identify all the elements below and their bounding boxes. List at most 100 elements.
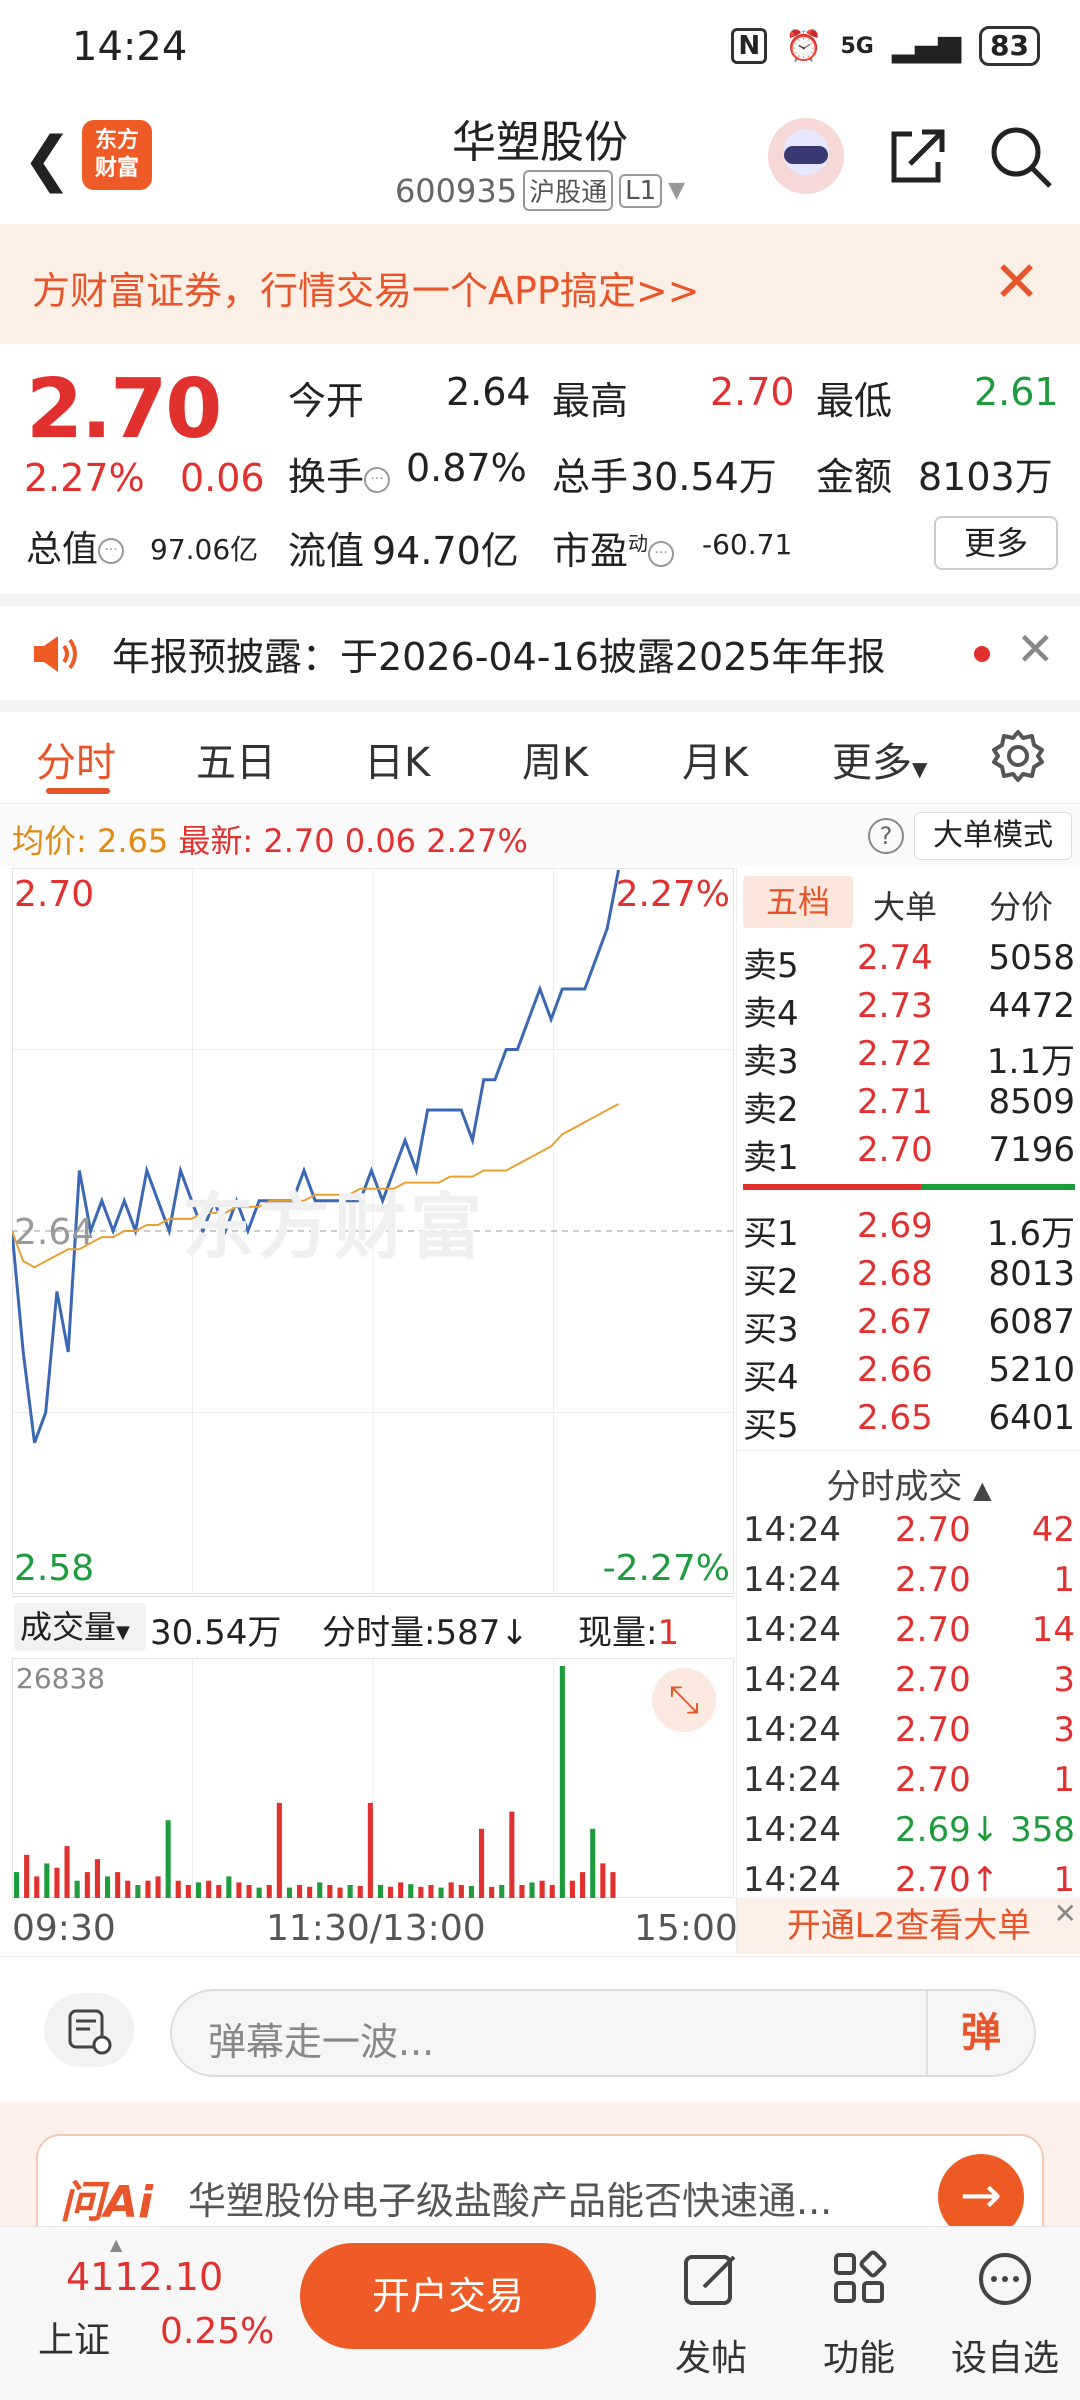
trade-row: 14:24 2.70 3 bbox=[743, 1710, 1075, 1760]
tab-intraday[interactable]: 分时 bbox=[36, 730, 116, 788]
active-tab-indicator bbox=[46, 788, 110, 794]
indicator-select[interactable]: 成交量▼ bbox=[14, 1603, 146, 1651]
more-button[interactable]: 更多 bbox=[934, 516, 1058, 570]
tab-weekly-k[interactable]: 周K bbox=[522, 730, 588, 788]
volume-bar bbox=[135, 1885, 141, 1898]
info-icon: ··· bbox=[648, 540, 675, 567]
mktcap-label-text: 总值 bbox=[26, 529, 99, 570]
battery-level: 83 bbox=[979, 26, 1040, 66]
ask-row[interactable]: 卖2 2.71 8509 bbox=[743, 1082, 1075, 1130]
assistant-avatar[interactable] bbox=[768, 118, 844, 194]
tab-more[interactable]: 更多▼ bbox=[832, 730, 927, 788]
trade-row: 14:24 2.69↓ 358 bbox=[743, 1810, 1075, 1860]
volume-chart[interactable]: 26838 ⤡ bbox=[12, 1658, 734, 1898]
bid-row[interactable]: 买2 2.68 8013 bbox=[743, 1254, 1075, 1302]
mktcap-label[interactable]: 总值 ··· bbox=[26, 520, 125, 572]
notice-bar[interactable]: 年报预披露：于2026-04-16披露2025年年报 ✕ bbox=[0, 606, 1080, 702]
chevron-down-icon: ▼ bbox=[912, 757, 928, 781]
nav-post[interactable]: 发帖 bbox=[646, 2247, 776, 2381]
nav-functions[interactable]: 功能 bbox=[794, 2247, 924, 2381]
volume-bar bbox=[539, 1880, 545, 1898]
ask-row[interactable]: 卖3 2.72 1.1万 bbox=[743, 1034, 1075, 1082]
search-icon[interactable] bbox=[984, 120, 1056, 192]
bid-price: 2.69 bbox=[857, 1206, 933, 1246]
trade-price-value: 2.70 bbox=[895, 1660, 971, 1700]
gear-icon[interactable] bbox=[990, 728, 1046, 784]
trade-time: 14:24 bbox=[743, 1810, 841, 1850]
ask-row[interactable]: 卖4 2.73 4472 bbox=[743, 986, 1075, 1034]
latest-change: 0.06 bbox=[344, 822, 417, 860]
info-icon: ··· bbox=[364, 466, 391, 493]
volume-label: 总手 bbox=[552, 455, 629, 499]
danmu-send-button[interactable]: 弹 bbox=[926, 1991, 1034, 2075]
turnover-label-text: 换手 bbox=[288, 455, 365, 499]
triangle-up-icon: ▲ bbox=[973, 1476, 992, 1504]
volume-bar bbox=[206, 1880, 212, 1898]
index-name: 上证 bbox=[38, 2320, 111, 2361]
volume-bar bbox=[125, 1880, 131, 1898]
divider bbox=[0, 594, 1080, 606]
trade-price-value: 2.70 bbox=[895, 1560, 971, 1600]
close-icon[interactable]: ✕ bbox=[1016, 622, 1055, 676]
current-volume-label: 现量: bbox=[578, 1613, 658, 1653]
ask-row[interactable]: 卖5 2.74 5058 bbox=[743, 938, 1075, 986]
bid-row[interactable]: 买4 2.66 5210 bbox=[743, 1350, 1075, 1398]
help-icon[interactable]: ? bbox=[868, 818, 904, 854]
danmu-settings-icon[interactable] bbox=[44, 1993, 134, 2067]
nav-add-watchlist[interactable]: 设自选 bbox=[940, 2247, 1070, 2381]
trade-time: 14:24 bbox=[743, 1860, 841, 1900]
arrow-down-icon: ↓ bbox=[500, 1613, 529, 1653]
open-account-trade-button[interactable]: 开户交易 bbox=[300, 2243, 596, 2349]
bid-row[interactable]: 买3 2.67 6087 bbox=[743, 1302, 1075, 1350]
ask-level: 卖5 bbox=[743, 946, 799, 986]
tab-big-orders[interactable]: 大单 bbox=[873, 882, 937, 928]
bid-volume: 1.6万 bbox=[986, 1214, 1075, 1254]
danmu-bar: 弹幕走一波... 弹 bbox=[0, 1956, 1080, 2102]
tab-monthly-k[interactable]: 月K bbox=[682, 730, 748, 788]
tab-daily-k[interactable]: 日K bbox=[364, 730, 430, 788]
share-icon[interactable] bbox=[882, 120, 954, 192]
avg-value: 2.65 bbox=[96, 822, 169, 860]
volume-bar bbox=[398, 1882, 404, 1898]
trade-price-value: 2.70 bbox=[895, 1510, 971, 1550]
ai-question: 华塑股份电子级盐酸产品能否快速通... bbox=[188, 2179, 833, 2223]
pe-label[interactable]: 市盈动 ··· bbox=[552, 520, 675, 575]
close-icon[interactable]: ✕ bbox=[993, 250, 1040, 315]
close-icon[interactable]: ✕ bbox=[1054, 1900, 1077, 1928]
turnover-label[interactable]: 换手 ··· bbox=[288, 446, 391, 501]
change-amount: 0.06 bbox=[180, 456, 265, 500]
tab-five-levels[interactable]: 五档 bbox=[743, 876, 853, 928]
expand-icon[interactable]: ⤡ bbox=[652, 1668, 716, 1732]
trade-price: 2.70↑ bbox=[895, 1860, 999, 1900]
volume-bar bbox=[185, 1885, 191, 1898]
bid-row[interactable]: 买1 2.69 1.6万 bbox=[743, 1206, 1075, 1254]
bid-row[interactable]: 买5 2.65 6401 bbox=[743, 1398, 1075, 1446]
danmu-input[interactable]: 弹幕走一波... 弹 bbox=[170, 1989, 1036, 2077]
big-order-mode-button[interactable]: 大单模式 bbox=[914, 812, 1072, 860]
l2-upgrade-bar[interactable]: 开通L2查看大单 ✕ bbox=[737, 1898, 1080, 1954]
trades-header[interactable]: 分时成交 ▲ bbox=[737, 1450, 1080, 1508]
amount-value: 8103万 bbox=[918, 455, 1053, 499]
ask-row[interactable]: 卖1 2.70 7196 bbox=[743, 1130, 1075, 1178]
stock-header: ❮ 东方 财富 华塑股份 600935 沪股通 L1 ▼ bbox=[0, 100, 1080, 224]
volume-bar bbox=[590, 1828, 596, 1898]
ask-volume: 8509 bbox=[988, 1082, 1075, 1122]
promo-text: 方财富证券，行情交易一个APP搞定>> bbox=[32, 269, 700, 313]
time-axis: 09:30 11:30/13:00 15:00 bbox=[0, 1900, 738, 1956]
promo-banner[interactable]: 方财富证券，行情交易一个APP搞定>> ✕ bbox=[0, 224, 1080, 344]
index-change: 0.25% bbox=[160, 2311, 275, 2352]
trade-price: 2.70 bbox=[895, 1710, 971, 1750]
trade-price: 2.70 bbox=[895, 1560, 971, 1600]
volume-bar bbox=[377, 1885, 383, 1898]
tab-five-day[interactable]: 五日 bbox=[196, 730, 276, 788]
trade-time: 14:24 bbox=[743, 1710, 841, 1750]
intraday-chart[interactable]: 东方财富 2.70 2.27% 2.64 2.58 -2.27% bbox=[12, 868, 734, 1594]
volume-bar bbox=[266, 1885, 272, 1898]
trade-time: 14:24 bbox=[743, 1760, 841, 1800]
volume-bar bbox=[489, 1886, 495, 1898]
trade-time: 14:24 bbox=[743, 1560, 841, 1600]
tab-price-dist[interactable]: 分价 bbox=[989, 882, 1053, 928]
index-value[interactable]: 4112.10 bbox=[66, 2255, 223, 2299]
chart-tabs: 分时 五日 日K 周K 月K 更多▼ bbox=[0, 712, 1080, 804]
chart-bottom-price: 2.58 bbox=[14, 1548, 95, 1589]
